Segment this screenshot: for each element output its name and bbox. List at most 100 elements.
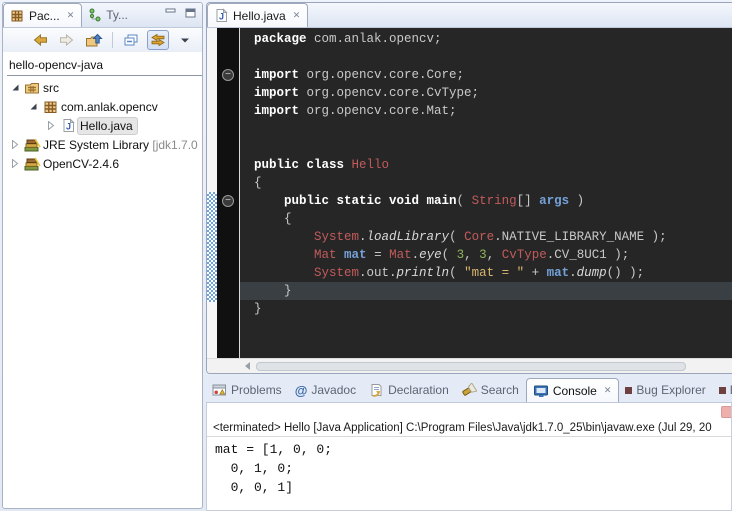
close-icon[interactable]: ✕ bbox=[293, 11, 301, 20]
tree-item-label: JRE System Library [jdk1.7.0 bbox=[41, 137, 202, 153]
current-line-highlight bbox=[240, 282, 732, 300]
code-token: () ); bbox=[607, 266, 645, 280]
tree-item-suffix: [jdk1.7.0 bbox=[149, 138, 198, 152]
minimize-icon[interactable] bbox=[165, 8, 177, 22]
code-line[interactable] bbox=[254, 120, 732, 138]
editor-tab-hello-java[interactable]: JHello.java✕ bbox=[207, 3, 308, 27]
collapse-all-button[interactable] bbox=[120, 30, 142, 50]
tree-item-icon-wrap bbox=[23, 81, 41, 95]
code-line[interactable]: System.out.println( "mat = " + mat.dump(… bbox=[254, 264, 732, 282]
maximize-icon[interactable] bbox=[185, 8, 197, 22]
bottom-tab-bug[interactable]: Bug bbox=[713, 378, 732, 402]
forward-arrow-icon bbox=[58, 33, 76, 47]
up-folder-icon bbox=[85, 33, 103, 48]
tree-collapsed-icon[interactable] bbox=[7, 159, 23, 168]
code-line[interactable]: public class Hello bbox=[254, 156, 732, 174]
fold-minus-icon[interactable]: − bbox=[222, 195, 234, 207]
bottom-tab-console[interactable]: Console✕ bbox=[526, 378, 620, 402]
code-token: .CV_8UC1 ); bbox=[547, 248, 630, 262]
sidebar-tab-ty-[interactable]: Ty... bbox=[82, 3, 135, 27]
project-root-label[interactable]: hello-opencv-java bbox=[7, 55, 202, 74]
editor-panel: JHello.java✕ package com.anlak.opencv; im… bbox=[206, 2, 732, 374]
back-button[interactable] bbox=[29, 30, 51, 50]
bottom-tab-search[interactable]: Search bbox=[456, 378, 526, 402]
tree-item-src[interactable]: src bbox=[7, 78, 202, 97]
type-hierarchy-icon bbox=[88, 8, 102, 22]
tree-collapsed-icon[interactable] bbox=[43, 121, 59, 130]
sidebar-tab-pac-[interactable]: Pac... ✕ bbox=[3, 3, 82, 27]
tree-item-label: src bbox=[41, 80, 63, 96]
code-token: args bbox=[539, 194, 569, 208]
console-output-line: 0, 1, 0; bbox=[215, 459, 731, 478]
tree-item-opencv-2-4-6[interactable]: OpenCV-2.4.6 bbox=[7, 154, 202, 173]
tab-label: Bug Explorer bbox=[636, 383, 705, 397]
console-output[interactable]: mat = [1, 0, 0; 0, 1, 0; 0, 0, 1] bbox=[207, 437, 731, 497]
code-line[interactable]: System.loadLibrary( Core.NATIVE_LIBRARY_… bbox=[254, 228, 732, 246]
code-line[interactable] bbox=[254, 48, 732, 66]
package-explorer-toolbar bbox=[3, 28, 202, 52]
tree-expanded-icon[interactable] bbox=[7, 83, 23, 92]
scroll-left-arrow-icon[interactable] bbox=[245, 362, 250, 370]
forward-button[interactable] bbox=[56, 30, 78, 50]
bottom-tab-javadoc[interactable]: @Javadoc bbox=[289, 378, 363, 402]
code-token: Mat bbox=[314, 248, 337, 262]
code-token: public class bbox=[254, 158, 344, 172]
view-menu-button[interactable] bbox=[174, 30, 196, 50]
terminate-icon[interactable] bbox=[721, 406, 732, 418]
code-token: "mat = " bbox=[464, 266, 524, 280]
close-icon[interactable]: ✕ bbox=[67, 11, 75, 20]
code-token bbox=[344, 158, 352, 172]
code-line[interactable]: { bbox=[254, 210, 732, 228]
code-token: . bbox=[569, 266, 577, 280]
console-status-line: <terminated> Hello [Java Application] C:… bbox=[207, 421, 731, 437]
code-line[interactable]: public static void main( String[] args ) bbox=[254, 192, 732, 210]
tree-item-com-anlak-opencv[interactable]: com.anlak.opencv bbox=[7, 97, 202, 116]
code-line[interactable]: import org.opencv.core.Mat; bbox=[254, 102, 732, 120]
console-view: <terminated> Hello [Java Application] C:… bbox=[206, 403, 732, 511]
java-file-icon: J bbox=[214, 8, 229, 23]
back-arrow-icon bbox=[31, 33, 49, 47]
collapse-all-icon bbox=[123, 33, 139, 47]
code-line[interactable]: } bbox=[254, 282, 732, 300]
tree-collapsed-icon[interactable] bbox=[7, 140, 23, 149]
code-line[interactable]: package com.anlak.opencv; bbox=[254, 30, 732, 48]
code-line[interactable]: import org.opencv.core.CvType; bbox=[254, 84, 732, 102]
scrollbar-thumb[interactable] bbox=[256, 362, 686, 371]
code-line[interactable]: { bbox=[254, 174, 732, 192]
code-token bbox=[254, 194, 284, 208]
horizontal-scrollbar[interactable] bbox=[207, 358, 732, 373]
tree-expanded-icon[interactable] bbox=[25, 102, 41, 111]
root-divider bbox=[7, 75, 202, 76]
code-line[interactable]: Mat mat = Mat.eye( 3, 3, CvType.CV_8UC1 … bbox=[254, 246, 732, 264]
code-area[interactable]: package com.anlak.opencv; import org.open… bbox=[240, 28, 732, 358]
javadoc-icon: @ bbox=[295, 383, 308, 398]
close-icon[interactable]: ✕ bbox=[604, 386, 612, 395]
up-button[interactable] bbox=[83, 30, 105, 50]
bottom-tab-bug-explorer[interactable]: Bug Explorer bbox=[619, 378, 712, 402]
code-token: , bbox=[464, 248, 479, 262]
bottom-tab-declaration[interactable]: Declaration bbox=[363, 378, 456, 402]
tree-item-hello-java[interactable]: JHello.java bbox=[7, 116, 202, 135]
fold-minus-icon[interactable]: − bbox=[222, 69, 234, 81]
code-token bbox=[254, 248, 314, 262]
code-token: . bbox=[412, 248, 420, 262]
code-line[interactable]: import org.opencv.core.Core; bbox=[254, 66, 732, 84]
tree-item-icon-wrap bbox=[41, 100, 59, 114]
tab-label: Pac... bbox=[29, 9, 60, 23]
code-line[interactable] bbox=[254, 138, 732, 156]
tree-item-label: com.anlak.opencv bbox=[59, 99, 162, 115]
link-with-editor-button[interactable] bbox=[147, 30, 169, 50]
bottom-views-panel: Problems@JavadocDeclarationSearchConsole… bbox=[206, 378, 732, 511]
sidebar-tabbar: Pac... ✕ Ty... bbox=[3, 3, 202, 28]
code-line[interactable]: } bbox=[254, 300, 732, 318]
package-explorer-tree: hello-opencv-java src com.anlak.opencvJHe… bbox=[3, 52, 202, 507]
range-indicator bbox=[207, 192, 217, 302]
editor-body[interactable]: package com.anlak.opencv; import org.open… bbox=[207, 28, 732, 373]
code-token: Core bbox=[464, 230, 494, 244]
tree-item-jre-system-library[interactable]: JRE System Library [jdk1.7.0 bbox=[7, 135, 202, 154]
code-token: System bbox=[314, 266, 359, 280]
code-token: System bbox=[314, 230, 359, 244]
bottom-tab-problems[interactable]: Problems bbox=[206, 378, 289, 402]
problems-icon bbox=[212, 383, 227, 397]
tree-item-label: OpenCV-2.4.6 bbox=[41, 156, 123, 172]
